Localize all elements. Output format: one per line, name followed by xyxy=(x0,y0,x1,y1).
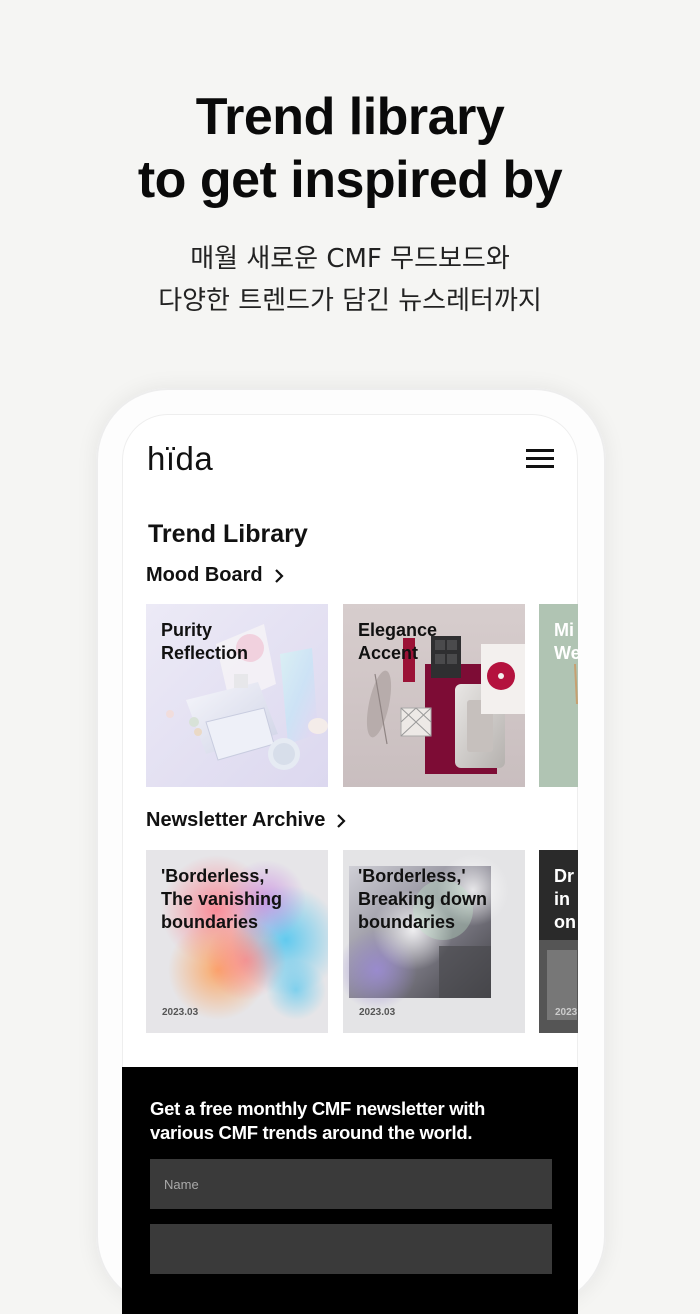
newsletter-card-breaking[interactable]: 'Borderless,' Breaking down boundaries 2… xyxy=(343,850,525,1033)
card-title: Mi We xyxy=(554,620,578,663)
newsletter-card-vanishing[interactable]: 'Borderless,' The vanishing boundaries 2… xyxy=(146,850,328,1033)
card-title: 'Borderless,' The vanishing boundaries xyxy=(161,866,283,932)
chevron-right-icon xyxy=(274,568,284,583)
newsletter-signup-text: Get a free monthly CMF newsletter with v… xyxy=(150,1098,486,1143)
card-title: Dr in on xyxy=(554,866,576,932)
email-input[interactable] xyxy=(150,1224,552,1274)
mood-board-card-third[interactable]: Mi We xyxy=(539,604,578,787)
mood-board-link[interactable]: Mood Board xyxy=(146,564,286,587)
mood-board-label: Mood Board xyxy=(146,564,263,586)
card-title: 'Borderless,' Breaking down boundaries xyxy=(358,866,488,932)
mood-board-card-elegance[interactable]: Elegance Accent xyxy=(343,604,525,787)
name-input[interactable] xyxy=(150,1159,552,1209)
card-title: Purity Reflection xyxy=(161,620,249,663)
promo-subheadline: 매월 새로운 CMF 무드보드와 다양한 트렌드가 담긴 뉴스레터까지 xyxy=(0,238,700,322)
hamburger-menu-icon[interactable] xyxy=(524,446,556,472)
mood-board-card-purity[interactable]: Purity Reflection xyxy=(146,604,328,787)
card-date: 2023 xyxy=(555,1007,578,1018)
headline-line-1: Trend library xyxy=(195,88,505,146)
page-title: Trend Library xyxy=(148,520,308,548)
phone-screen: hïda Trend Library Mood Board Purity Ref… xyxy=(122,414,578,1314)
card-date: 2023.03 xyxy=(359,1007,396,1018)
subheadline-line-2: 다양한 트렌드가 담긴 뉴스레터까지 xyxy=(158,286,542,316)
newsletter-card-third[interactable]: Dr in on 2023 xyxy=(539,850,578,1033)
chevron-right-icon xyxy=(337,813,346,828)
app-logo[interactable]: hïda xyxy=(147,440,213,478)
newsletter-archive-link[interactable]: Newsletter Archive xyxy=(146,809,348,832)
promo-headline: Trend library to get inspired by xyxy=(0,86,700,212)
newsletter-archive-label: Newsletter Archive xyxy=(146,809,326,831)
card-date: 2023.03 xyxy=(162,1007,199,1018)
headline-line-2: to get inspired by xyxy=(137,151,563,209)
newsletter-signup: Get a free monthly CMF newsletter with v… xyxy=(122,1067,578,1314)
card-title: Elegance Accent xyxy=(358,620,438,663)
subheadline-line-1: 매월 새로운 CMF 무드보드와 xyxy=(190,244,510,274)
